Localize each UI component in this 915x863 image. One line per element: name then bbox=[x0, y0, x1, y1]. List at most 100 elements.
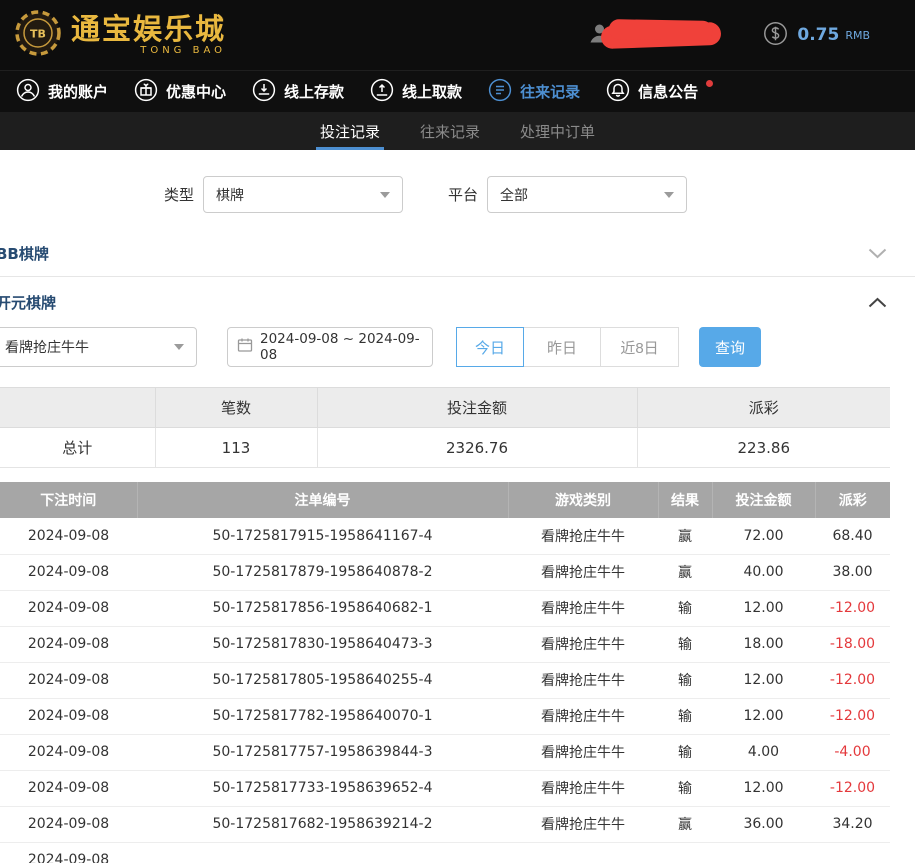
cell-game-type: 看牌抢庄牛牛 bbox=[508, 734, 658, 770]
section-bb-games[interactable]: BB棋牌 bbox=[0, 231, 915, 277]
cell-bet-number: 50-1725817757-1958639844-3 bbox=[137, 734, 508, 770]
summary-table: 笔数 投注金额 派彩 总计 113 2326.76 223.86 bbox=[0, 387, 890, 468]
balance-display[interactable]: 0.75 RMB bbox=[763, 21, 870, 50]
summary-header-blank bbox=[0, 388, 155, 428]
cell-payout: -18.00 bbox=[815, 626, 890, 662]
nav-item-promotions[interactable]: 优惠中心 bbox=[134, 78, 226, 106]
tab-bet-records[interactable]: 投注记录 bbox=[316, 112, 384, 150]
nav-item-announcements[interactable]: 信息公告 bbox=[606, 78, 713, 106]
cell-payout: -12.00 bbox=[815, 662, 890, 698]
cell-bet-number: 50-1725817830-1958640473-3 bbox=[137, 626, 508, 662]
cell-result: 输 bbox=[658, 698, 712, 734]
summary-header-row: 笔数 投注金额 派彩 bbox=[0, 388, 890, 428]
summary-total-row: 总计 113 2326.76 223.86 bbox=[0, 428, 890, 468]
cell-bet-time: 2024-09-08 bbox=[0, 626, 137, 662]
game-select[interactable]: 看牌抢庄牛牛 bbox=[0, 327, 197, 367]
header-payout: 派彩 bbox=[815, 482, 890, 518]
bell-icon bbox=[606, 78, 630, 106]
nav-label: 信息公告 bbox=[638, 81, 698, 102]
chevron-up-icon[interactable] bbox=[868, 293, 887, 312]
cell-bet-number: 50-1725817682-1958639214-2 bbox=[137, 806, 508, 842]
cell-bet-time: 2024-09-08 bbox=[0, 590, 137, 626]
section-kaiyuan-games[interactable]: 开元棋牌 bbox=[0, 277, 915, 327]
user-icon bbox=[16, 78, 40, 106]
header-bet-number: 注单编号 bbox=[137, 482, 508, 518]
cell-bet-amount: 4.00 bbox=[712, 734, 815, 770]
query-bar: 看牌抢庄牛牛 2024-09-08 ~ 2024-09-08 今日 昨日 近8日… bbox=[0, 327, 915, 367]
calendar-icon bbox=[237, 337, 253, 357]
main-navigation: 我的账户 优惠中心 线上存款 bbox=[0, 70, 915, 112]
cell-bet-amount: 12.00 bbox=[712, 770, 815, 806]
platform-label: 平台 bbox=[448, 184, 478, 205]
gift-icon bbox=[134, 78, 158, 106]
summary-header-payout: 派彩 bbox=[637, 388, 890, 428]
cell-game-type: 看牌抢庄牛牛 bbox=[508, 698, 658, 734]
table-row: 2024-09-08 50-1725817805-1958640255-4 看牌… bbox=[0, 662, 890, 698]
date-range-value: 2024-09-08 ~ 2024-09-08 bbox=[260, 331, 423, 363]
brand-subtitle: TONG BAO bbox=[140, 46, 226, 56]
casino-chip-icon: TB bbox=[14, 9, 62, 61]
last-8-days-button[interactable]: 近8日 bbox=[600, 327, 679, 367]
cell-bet-amount: 72.00 bbox=[712, 518, 815, 554]
cell-result: 输 bbox=[658, 734, 712, 770]
platform-select-value: 全部 bbox=[500, 185, 528, 205]
cell-payout: 34.20 bbox=[815, 806, 890, 842]
cell-bet-time: 2024-09-08 bbox=[0, 518, 137, 554]
search-button[interactable]: 查询 bbox=[699, 327, 761, 367]
nav-item-my-account[interactable]: 我的账户 bbox=[16, 78, 108, 106]
today-button[interactable]: 今日 bbox=[456, 327, 524, 367]
chevron-down-icon[interactable] bbox=[868, 244, 887, 263]
summary-header-bet-amount: 投注金额 bbox=[317, 388, 637, 428]
user-account-area[interactable] bbox=[586, 20, 721, 51]
type-select[interactable]: 棋牌 bbox=[203, 176, 403, 213]
bet-table-header-row: 下注时间 注单编号 游戏类别 结果 投注金额 派彩 bbox=[0, 482, 890, 518]
header-result: 结果 bbox=[658, 482, 712, 518]
brand-logo[interactable]: TB 通宝娱乐城 TONG BAO bbox=[14, 9, 226, 61]
nav-label: 优惠中心 bbox=[166, 81, 226, 102]
cell-bet-amount: 12.00 bbox=[712, 698, 815, 734]
withdraw-icon bbox=[370, 78, 394, 106]
redacted-username bbox=[601, 21, 722, 48]
cell-result: 输 bbox=[658, 626, 712, 662]
section-title: BB棋牌 bbox=[0, 243, 49, 264]
balance-currency: RMB bbox=[845, 29, 870, 42]
cell-bet-time: 2024-09-08 bbox=[0, 806, 137, 842]
table-row: 2024-09-08 50-1725817782-1958640070-1 看牌… bbox=[0, 698, 890, 734]
cell-game-type: 看牌抢庄牛牛 bbox=[508, 518, 658, 554]
cell-bet-number: 50-1725817856-1958640682-1 bbox=[137, 590, 508, 626]
yesterday-button[interactable]: 昨日 bbox=[523, 327, 601, 367]
tab-processing-orders[interactable]: 处理中订单 bbox=[516, 112, 599, 150]
cell-game-type: 看牌抢庄牛牛 bbox=[508, 554, 658, 590]
header-bet-amount: 投注金额 bbox=[712, 482, 815, 518]
cell-game-type: 看牌抢庄牛牛 bbox=[508, 770, 658, 806]
cell-game-type: 看牌抢庄牛牛 bbox=[508, 662, 658, 698]
date-shortcut-group: 今日 昨日 近8日 bbox=[457, 327, 679, 367]
nav-item-deposit[interactable]: 线上存款 bbox=[252, 78, 344, 106]
bet-table-body: 2024-09-08 50-1725817915-1958641167-4 看牌… bbox=[0, 518, 890, 863]
cell-payout: -12.00 bbox=[815, 590, 890, 626]
cell-game-type: 看牌抢庄牛牛 bbox=[508, 626, 658, 662]
platform-select[interactable]: 全部 bbox=[487, 176, 687, 213]
summary-header-count: 笔数 bbox=[155, 388, 317, 428]
table-row: 2024-09-08 bbox=[0, 842, 890, 863]
cell-bet-time: 2024-09-08 bbox=[0, 734, 137, 770]
nav-item-withdraw[interactable]: 线上取款 bbox=[370, 78, 462, 106]
type-label: 类型 bbox=[164, 184, 194, 205]
cell-bet-number: 50-1725817805-1958640255-4 bbox=[137, 662, 508, 698]
cell-bet-amount: 40.00 bbox=[712, 554, 815, 590]
type-select-value: 棋牌 bbox=[216, 185, 244, 205]
date-range-picker[interactable]: 2024-09-08 ~ 2024-09-08 bbox=[227, 327, 433, 367]
table-row: 2024-09-08 50-1725817879-1958640878-2 看牌… bbox=[0, 554, 890, 590]
cell-result: 赢 bbox=[658, 806, 712, 842]
cell-bet-amount: 12.00 bbox=[712, 662, 815, 698]
cell-payout: 68.40 bbox=[815, 518, 890, 554]
tab-transaction-records[interactable]: 往来记录 bbox=[416, 112, 484, 150]
cell-bet-number bbox=[137, 842, 508, 863]
records-icon bbox=[488, 78, 512, 106]
nav-item-records[interactable]: 往来记录 bbox=[488, 78, 580, 106]
table-row: 2024-09-08 50-1725817733-1958639652-4 看牌… bbox=[0, 770, 890, 806]
table-row: 2024-09-08 50-1725817830-1958640473-3 看牌… bbox=[0, 626, 890, 662]
cell-result: 输 bbox=[658, 590, 712, 626]
summary-payout-value: 223.86 bbox=[637, 428, 890, 468]
balance-amount: 0.75 bbox=[797, 25, 839, 45]
